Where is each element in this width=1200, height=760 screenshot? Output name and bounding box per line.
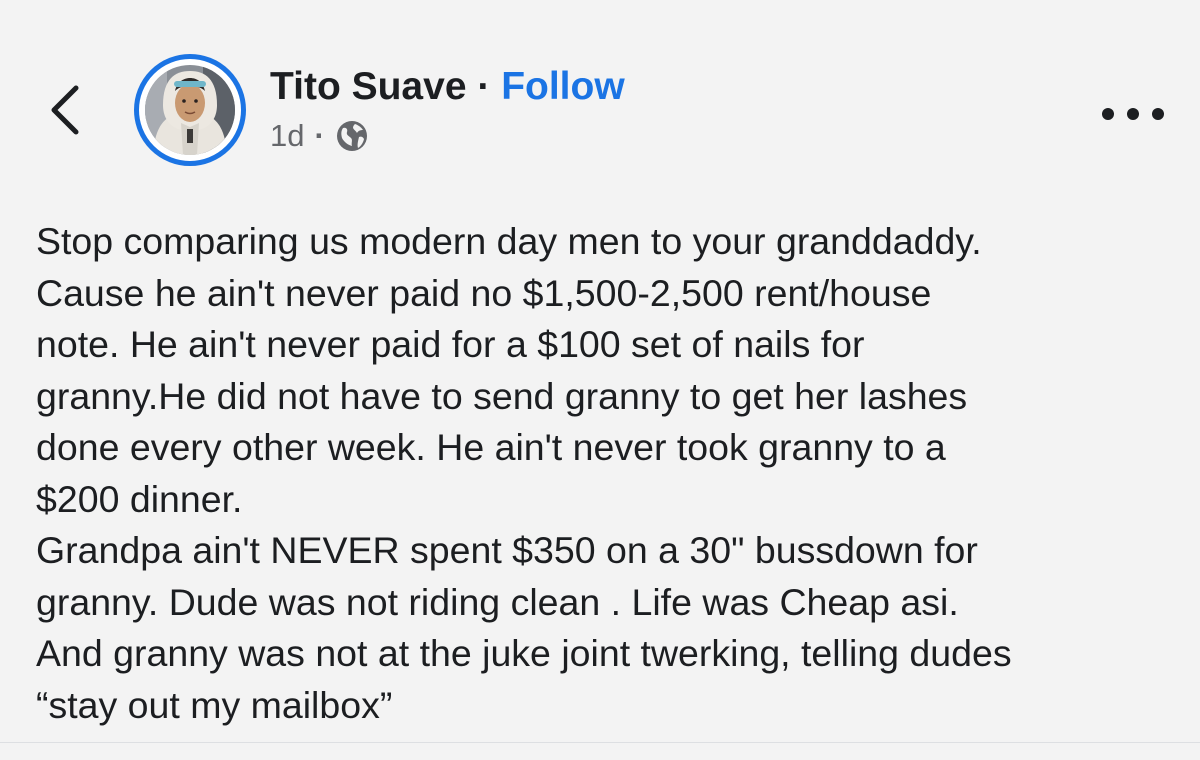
more-options-button[interactable]	[1102, 96, 1164, 132]
header-separator: ·	[477, 65, 491, 108]
avatar[interactable]	[134, 54, 246, 166]
meta-separator: ·	[314, 118, 325, 153]
follow-button[interactable]: Follow	[501, 65, 624, 108]
author-name[interactable]: Tito Suave	[270, 65, 467, 108]
more-horizontal-icon	[1102, 108, 1114, 120]
timestamp[interactable]: 1d	[270, 118, 304, 154]
chevron-left-icon	[51, 85, 79, 135]
post-meta: 1d ·	[270, 116, 369, 156]
post-paragraph: Grandpa ain't NEVER spent $350 on a 30" …	[36, 529, 1012, 726]
post-text: Stop comparing us modern day men to your…	[36, 216, 1186, 731]
divider	[0, 742, 1200, 743]
post-paragraph: Stop comparing us modern day men to your…	[36, 220, 982, 520]
post-header: Tito Suave · Follow	[270, 64, 625, 110]
back-button[interactable]	[38, 72, 90, 148]
profile-photo	[145, 65, 235, 155]
globe-icon	[335, 119, 369, 153]
